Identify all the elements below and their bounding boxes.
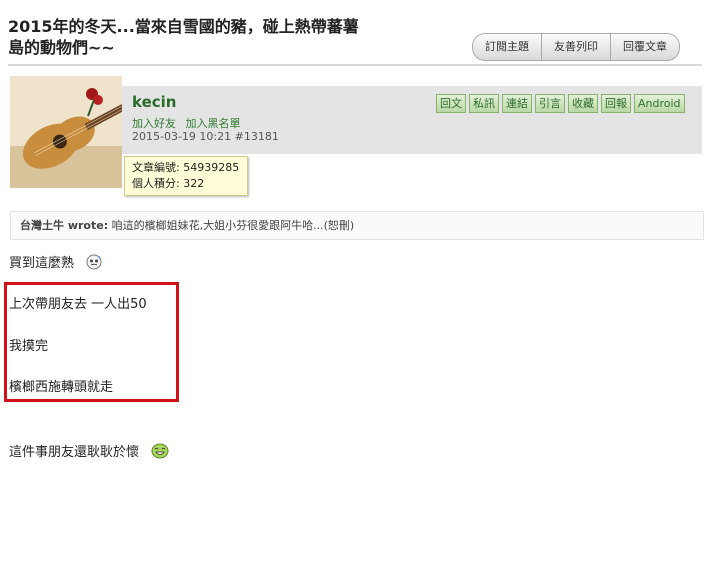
favorite-button[interactable]: 收藏 (568, 94, 598, 113)
quote-button[interactable]: 引言 (535, 94, 565, 113)
post-username[interactable]: kecin (132, 93, 176, 111)
author-info-tooltip: 文章編號: 54939285 個人積分: 322 (124, 156, 248, 196)
post-body-line: 買到這麼熟 (9, 252, 102, 274)
body-text-2: 上次帶朋友去 一人出50 (9, 297, 147, 312)
post-meta: 2015-03-19 10:21 #13181 (132, 130, 279, 143)
quote-text: 咱這的檳榔姐妹花,大姐小芬很愛跟阿牛哈...(恕刪) (111, 219, 355, 232)
avatar[interactable] (10, 76, 122, 188)
body-text-1: 買到這麼熟 (9, 256, 75, 271)
guitar-avatar-image (10, 76, 122, 188)
add-friend-link[interactable]: 加入好友 (132, 117, 176, 130)
subscribe-button[interactable]: 訂閱主題 (472, 33, 541, 61)
sweat-smiley-icon (86, 254, 102, 274)
points-value: 322 (183, 177, 205, 190)
laughing-smiley-icon (151, 443, 169, 463)
title-divider (8, 64, 702, 66)
add-blacklist-link[interactable]: 加入黑名單 (186, 117, 241, 130)
link-button[interactable]: 連結 (502, 94, 532, 113)
report-button[interactable]: 回報 (601, 94, 631, 113)
article-id-value: 54939285 (183, 161, 240, 174)
article-id-row: 文章編號: 54939285 (125, 160, 247, 176)
reply-button[interactable]: 回覆文章 (610, 33, 680, 61)
print-button[interactable]: 友善列印 (541, 33, 610, 61)
quote-block: 台灣土牛 wrote: 咱這的檳榔姐妹花,大姐小芬很愛跟阿牛哈...(恕刪) (10, 211, 704, 240)
article-id-label: 文章編號: (132, 161, 180, 174)
thread-title: 2015年的冬天...當來自雪國的豬，碰上熱帶蕃薯 島的動物們~~ (8, 16, 428, 58)
thread-title-line1: 2015年的冬天...當來自雪國的豬，碰上熱帶蕃薯 (8, 17, 359, 36)
reply-post-button[interactable]: 回文 (436, 94, 466, 113)
post-actions: 回文 私訊 連結 引言 收藏 回報 Android (436, 94, 688, 113)
body-text-5: 這件事朋友還耿耿於懷 (9, 445, 140, 460)
private-message-button[interactable]: 私訊 (469, 94, 499, 113)
points-row: 個人積分: 322 (125, 176, 247, 192)
post-number[interactable]: #13181 (235, 130, 279, 143)
points-label: 個人積分: (132, 177, 180, 190)
thread-title-line2: 島的動物們~~ (8, 38, 115, 57)
body-text-4: 檳榔西施轉頭就走 (9, 380, 114, 395)
thread-toolbar: 訂閱主題 友善列印 回覆文章 (472, 33, 680, 61)
android-button[interactable]: Android (634, 94, 685, 113)
body-text-3: 我摸完 (9, 339, 49, 354)
user-links: 加入好友 加入黑名單 (132, 115, 247, 131)
post-timestamp: 2015-03-19 10:21 (132, 130, 232, 143)
post-body-line: 這件事朋友還耿耿於懷 (9, 441, 169, 463)
quote-author[interactable]: 台灣土牛 wrote: (20, 219, 108, 232)
